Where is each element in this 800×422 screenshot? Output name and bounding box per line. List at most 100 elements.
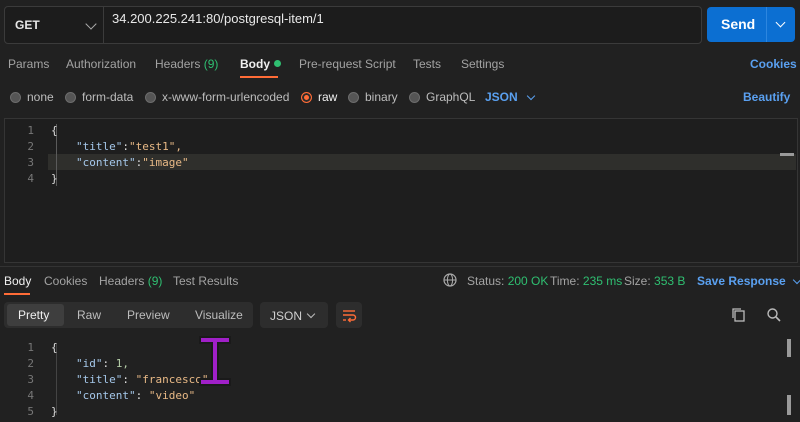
radio-selected-icon xyxy=(301,91,312,103)
save-response-button[interactable]: Save Response xyxy=(697,274,800,288)
method-label: GET xyxy=(15,18,40,32)
wrap-icon xyxy=(343,310,357,323)
response-tab-cookies[interactable]: Cookies xyxy=(44,274,87,288)
section-divider xyxy=(0,266,800,267)
response-tab-body[interactable]: Body xyxy=(4,274,31,288)
search-icon[interactable] xyxy=(765,306,783,324)
response-tab-underline xyxy=(4,293,30,295)
status-readout: Status: 200 OK xyxy=(467,274,548,288)
request-bar: GET xyxy=(4,6,702,44)
tab-pre-request-script[interactable]: Pre-request Script xyxy=(299,57,396,71)
line-number: 1 xyxy=(27,124,34,137)
tab-headers[interactable]: Headers (9) xyxy=(155,57,218,71)
json-key: "title" xyxy=(76,373,123,386)
view-visualize-button[interactable]: Visualize xyxy=(195,308,243,322)
save-response-label: Save Response xyxy=(697,274,786,288)
radio-circle-icon xyxy=(145,91,156,103)
radio-label: x-www-form-urlencoded xyxy=(162,90,290,104)
radio-label: GraphQL xyxy=(426,90,476,104)
line-number: 1 xyxy=(27,341,34,354)
line-number: 5 xyxy=(27,405,34,418)
radio-circle-icon xyxy=(409,91,420,103)
body-format-label: JSON xyxy=(485,90,518,104)
radio-urlencoded[interactable]: x-www-form-urlencoded xyxy=(145,90,289,104)
view-pretty-button[interactable]: Pretty xyxy=(18,308,49,322)
tab-body-label: Body xyxy=(240,57,270,71)
code-close-brace: } xyxy=(51,405,58,418)
chevron-down-icon xyxy=(526,91,535,101)
json-value: 1, xyxy=(115,357,129,370)
method-select[interactable]: GET xyxy=(5,7,104,43)
radio-circle-icon xyxy=(10,91,21,103)
size-value: 353 B xyxy=(654,274,686,288)
tab-tests[interactable]: Tests xyxy=(413,57,441,71)
response-scrollbar-thumb[interactable] xyxy=(787,395,791,415)
headers-count: (9) xyxy=(203,57,219,71)
view-raw-button[interactable]: Raw xyxy=(77,308,101,322)
send-button[interactable]: Send xyxy=(707,7,795,42)
response-view-toggle: Pretty Raw Preview Visualize xyxy=(4,302,253,328)
status-value: 200 OK xyxy=(507,274,549,288)
response-headers-count: (9) xyxy=(147,274,163,288)
send-divider xyxy=(766,7,767,42)
cookies-link[interactable]: Cookies xyxy=(750,57,797,71)
editor-scrollbar[interactable] xyxy=(780,153,794,156)
radio-form-data[interactable]: form-data xyxy=(65,90,133,104)
tab-headers-label: Headers xyxy=(155,57,201,71)
radio-circle-icon xyxy=(348,91,359,103)
json-key: "title" xyxy=(76,140,123,153)
wrap-lines-button[interactable] xyxy=(336,302,362,328)
tab-params[interactable]: Params xyxy=(8,57,49,71)
line-number: 3 xyxy=(27,373,34,386)
code-line: "content":"image" xyxy=(76,156,189,169)
radio-graphql[interactable]: GraphQL xyxy=(409,90,475,104)
size-label: Size: xyxy=(624,274,651,288)
code-line: "title": "francesco", xyxy=(76,373,216,386)
line-number: 4 xyxy=(27,389,34,402)
body-format-select[interactable]: JSON xyxy=(485,90,535,104)
code-open-brace: { xyxy=(51,341,58,354)
code-line: "title":"test1", xyxy=(76,140,182,153)
time-readout[interactable]: Time: 235 ms xyxy=(550,274,622,288)
size-readout[interactable]: Size: 353 B xyxy=(624,274,685,288)
chevron-down-icon xyxy=(306,309,316,319)
json-key: "id" xyxy=(76,357,103,370)
response-scrollbar[interactable] xyxy=(787,339,791,357)
radio-none[interactable]: none xyxy=(10,90,54,104)
copy-icon[interactable] xyxy=(730,306,748,324)
chevron-down-icon[interactable] xyxy=(775,17,786,28)
radio-binary[interactable]: binary xyxy=(348,90,398,104)
tab-settings[interactable]: Settings xyxy=(461,57,504,71)
radio-circle-icon xyxy=(65,91,76,103)
response-tab-headers[interactable]: Headers (9) xyxy=(99,274,162,288)
radio-label: none xyxy=(27,90,54,104)
send-label: Send xyxy=(721,16,756,32)
time-label: Time: xyxy=(550,274,580,288)
response-tab-test-results[interactable]: Test Results xyxy=(173,274,238,288)
line-number: 2 xyxy=(27,140,34,153)
json-value: "image" xyxy=(142,156,189,169)
tab-body[interactable]: Body xyxy=(240,57,281,71)
json-key: "content" xyxy=(76,389,136,402)
time-value: 235 ms xyxy=(582,274,623,288)
radio-label: raw xyxy=(318,90,338,104)
line-number: 2 xyxy=(27,357,34,370)
json-value: "video" xyxy=(148,389,196,402)
body-indicator-dot xyxy=(274,60,281,67)
code-open-brace: { xyxy=(51,124,58,137)
line-number: 3 xyxy=(27,156,34,169)
chevron-down-icon xyxy=(792,275,800,285)
radio-raw[interactable]: raw xyxy=(301,90,337,104)
tab-authorization[interactable]: Authorization xyxy=(66,57,136,71)
response-headers-label: Headers xyxy=(99,274,145,288)
url-input[interactable]: 34.200.225.241:80/postgresql-item/1 xyxy=(112,11,324,26)
code-close-brace: } xyxy=(51,172,58,185)
response-format-select[interactable]: JSON xyxy=(260,302,328,328)
globe-icon[interactable] xyxy=(443,273,457,287)
chevron-down-icon xyxy=(85,18,97,30)
code-line: "id": 1, xyxy=(76,357,129,370)
json-value: "test1", xyxy=(128,140,182,153)
beautify-link[interactable]: Beautify xyxy=(743,90,790,104)
radio-label: binary xyxy=(365,90,398,104)
view-preview-button[interactable]: Preview xyxy=(127,308,170,322)
